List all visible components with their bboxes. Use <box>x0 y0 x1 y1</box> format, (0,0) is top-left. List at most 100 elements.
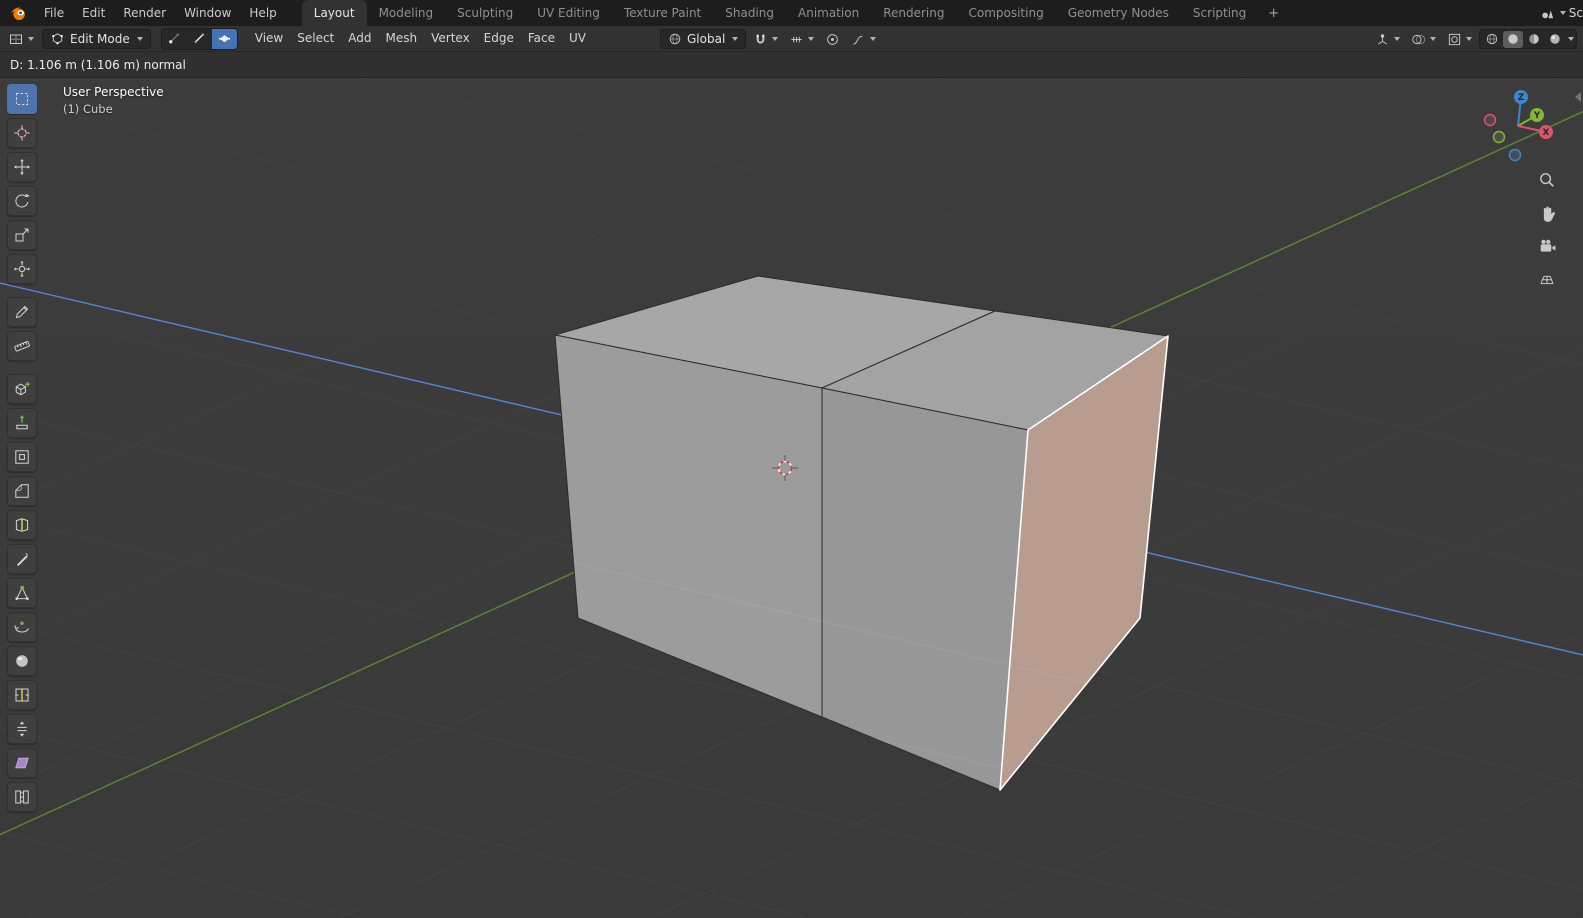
tool-extrude-region[interactable] <box>7 408 37 438</box>
workspace-tab-animation[interactable]: Animation <box>786 0 871 26</box>
gizmo-y-negative[interactable] <box>1492 130 1506 144</box>
viewport-menu-uv[interactable]: UV <box>562 26 593 51</box>
menu-render[interactable]: Render <box>114 0 175 26</box>
tool-rip-region[interactable] <box>7 782 37 812</box>
poly-build-icon <box>15 585 29 600</box>
viewport-menu-view[interactable]: View <box>248 26 290 51</box>
proportional-editing-icon <box>827 33 839 45</box>
tool-bevel[interactable] <box>7 476 37 506</box>
show-gizmo-dropdown[interactable] <box>1371 28 1404 50</box>
workspace-tab-modeling[interactable]: Modeling <box>367 0 446 26</box>
menu-file[interactable]: File <box>35 0 73 26</box>
shading-wireframe-button[interactable] <box>1482 31 1502 48</box>
tool-add-cube[interactable] <box>7 374 37 404</box>
viewport-menu-edge[interactable]: Edge <box>477 26 521 51</box>
mode-label: Edit Mode <box>70 31 130 46</box>
viewport-menu-vertex[interactable]: Vertex <box>424 26 477 51</box>
show-overlays-caret <box>1430 37 1436 41</box>
tool-select-box[interactable] <box>7 84 37 114</box>
navigation-gizmo[interactable]: Z Y X <box>1480 86 1556 166</box>
transform-snap-cluster: Global <box>660 28 880 50</box>
shading-solid-button[interactable] <box>1503 30 1523 48</box>
tool-smooth[interactable] <box>7 646 37 676</box>
workspace-tab-compositing[interactable]: Compositing <box>956 0 1055 26</box>
zoom-button[interactable] <box>1534 167 1560 193</box>
show-overlays-dropdown[interactable] <box>1407 28 1440 50</box>
orientation-globe-icon <box>669 33 681 45</box>
shading-rendered-button[interactable] <box>1545 31 1565 48</box>
workspace-tab-rendering[interactable]: Rendering <box>871 0 956 26</box>
tool-edge-slide[interactable] <box>7 680 37 710</box>
viewport-nav-buttons <box>1534 167 1560 292</box>
gizmo-x-negative[interactable] <box>1483 113 1497 127</box>
snap-settings-dropdown[interactable] <box>785 28 818 50</box>
tool-shelf <box>7 84 37 812</box>
scene-selector[interactable]: Sc <box>1532 0 1583 26</box>
scene-icon <box>1542 10 1553 18</box>
scene-name-label: Sc <box>1568 6 1583 20</box>
topbar: File Edit Render Window Help Layout Modeling S… <box>0 0 1583 26</box>
loop-cut-icon <box>15 518 29 532</box>
tool-annotate[interactable] <box>7 297 37 327</box>
shading-material-button[interactable] <box>1524 31 1544 48</box>
mode-dropdown[interactable]: Edit Mode <box>42 28 151 49</box>
menu-help[interactable]: Help <box>240 0 285 26</box>
falloff-curve-icon <box>853 35 863 45</box>
tool-cursor[interactable] <box>7 118 37 148</box>
face-select-button[interactable] <box>211 28 237 49</box>
workspace-tab-layout[interactable]: Layout <box>301 0 367 26</box>
viewport-menus: View Select Add Mesh Vertex Edge Face UV <box>248 26 593 51</box>
cube-mesh[interactable] <box>554 275 1169 791</box>
workspace-tab-shading[interactable]: Shading <box>713 0 786 26</box>
proportional-editing-toggle[interactable] <box>821 28 844 50</box>
vertex-select-button[interactable] <box>162 29 187 49</box>
viewport-menu-select[interactable]: Select <box>290 26 341 51</box>
workspace-tab-geometry-nodes[interactable]: Geometry Nodes <box>1056 0 1181 26</box>
workspace-tab-sculpting[interactable]: Sculpting <box>445 0 525 26</box>
viewport-menu-face[interactable]: Face <box>521 26 562 51</box>
tool-loop-cut[interactable] <box>7 510 37 540</box>
edge-slide-icon <box>15 688 29 702</box>
inset-faces-icon <box>15 450 29 464</box>
knife-icon <box>17 553 29 566</box>
magnifier-icon <box>1540 173 1554 187</box>
scene-canvas[interactable] <box>0 78 1583 918</box>
projection-toggle-button[interactable] <box>1534 266 1560 292</box>
editor-type-dropdown[interactable] <box>4 28 38 50</box>
tool-shrink-fatten[interactable] <box>7 714 37 744</box>
material-sphere-icon <box>1529 34 1539 44</box>
snap-toggle-button[interactable] <box>749 28 782 50</box>
tool-knife[interactable] <box>7 544 37 574</box>
tool-shear[interactable] <box>7 748 37 778</box>
cube-front-right-face[interactable] <box>821 387 1029 791</box>
tool-transform[interactable] <box>7 254 37 284</box>
tool-poly-build[interactable] <box>7 578 37 608</box>
xray-toggle-button[interactable] <box>1443 28 1476 50</box>
tool-inset-faces[interactable] <box>7 442 37 472</box>
sidebar-toggle-arrow[interactable] <box>1575 92 1581 102</box>
viewport-menu-add[interactable]: Add <box>341 26 378 51</box>
add-workspace-button[interactable]: + <box>1258 0 1289 26</box>
tool-rotate[interactable] <box>7 186 37 216</box>
mode-caret <box>136 36 143 41</box>
workspace-tab-scripting[interactable]: Scripting <box>1181 0 1258 26</box>
proportional-falloff-dropdown[interactable] <box>847 28 880 50</box>
camera-view-button[interactable] <box>1534 233 1560 259</box>
tool-scale[interactable] <box>7 220 37 250</box>
tool-spin[interactable] <box>7 612 37 642</box>
workspace-tab-uv-editing[interactable]: UV Editing <box>525 0 612 26</box>
menu-edit[interactable]: Edit <box>73 0 114 26</box>
blender-logo-icon[interactable] <box>0 0 35 26</box>
menu-window[interactable]: Window <box>175 0 240 26</box>
viewport-3d[interactable]: User Perspective (1) Cube Z Y X <box>0 78 1583 918</box>
xray-icon <box>1448 33 1461 45</box>
edge-select-button[interactable] <box>187 29 212 49</box>
workspace-tab-texture-paint[interactable]: Texture Paint <box>612 0 713 26</box>
viewport-menu-mesh[interactable]: Mesh <box>379 26 425 51</box>
tool-move[interactable] <box>7 152 37 182</box>
gizmo-z-negative[interactable] <box>1508 148 1522 162</box>
tool-measure[interactable] <box>7 331 37 361</box>
pan-button[interactable] <box>1534 200 1560 226</box>
transform-orientation-dropdown[interactable]: Global <box>660 29 747 49</box>
smooth-icon <box>16 655 28 667</box>
